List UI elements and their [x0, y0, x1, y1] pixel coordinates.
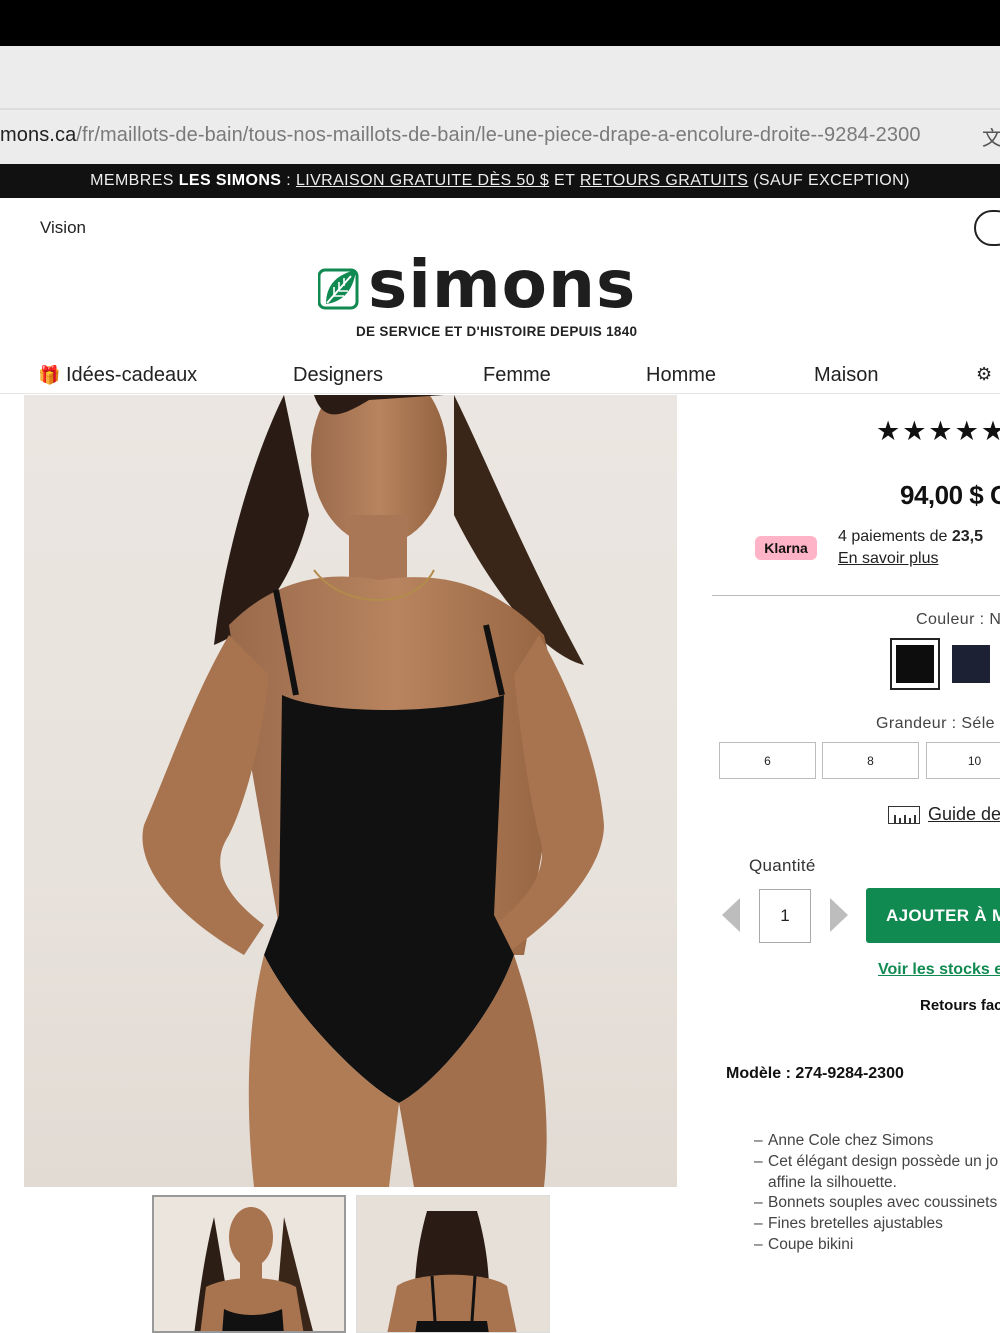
url-host: mons.ca: [0, 124, 77, 146]
promo-text: :: [281, 172, 296, 189]
klarna-installment-amount: 23,5: [951, 528, 983, 545]
nav-item-homme[interactable]: Homme: [646, 364, 716, 387]
model-number: Modèle : 274-9284-2300: [726, 1065, 904, 1082]
size-label: Grandeur : Séle: [876, 715, 995, 732]
feature-list: Anne Cole chez Simons Cet élégant design…: [754, 1131, 998, 1256]
thumbnail-front[interactable]: [152, 1195, 346, 1333]
free-shipping-link[interactable]: LIVRAISON GRATUITE DÈS 50 $: [296, 172, 549, 189]
color-label: Couleur : N: [916, 611, 1000, 628]
url-path: /fr/maillots-de-bain/tous-nos-maillots-d…: [76, 124, 921, 146]
klarna-badge: Klarna: [755, 536, 817, 560]
color-swatch-navy[interactable]: [952, 645, 990, 683]
store-stock-link[interactable]: Voir les stocks en: [878, 961, 1000, 979]
nav-more-icon[interactable]: ⚙: [976, 364, 992, 385]
feature-item: Bonnets souples avec coussinets: [754, 1193, 998, 1214]
account-icon[interactable]: [974, 210, 1000, 246]
nav-item-label: Idées-cadeaux: [65, 364, 198, 386]
product-main-image[interactable]: [24, 395, 677, 1187]
color-swatch-black[interactable]: [896, 645, 934, 683]
main-nav: 🎁 Idées-cadeaux Designers Femme Homme Ma…: [0, 360, 1000, 394]
klarna-installments: 4 paiements de 23,5: [838, 528, 983, 546]
section-divider: [712, 595, 1000, 596]
product-price: 94,00 $ C: [900, 480, 1000, 510]
quantity-decrease-icon[interactable]: [722, 898, 740, 932]
thumbnail-back[interactable]: [356, 1195, 550, 1333]
quantity-label: Quantité: [749, 856, 816, 875]
size-option-6[interactable]: 6: [719, 742, 816, 779]
vision-link[interactable]: Vision: [40, 218, 86, 238]
promo-banner: MEMBRES LES SIMONS : LIVRAISON GRATUITE …: [0, 164, 1000, 198]
nav-item-gift-ideas[interactable]: 🎁 Idées-cadeaux: [38, 364, 197, 387]
nav-item-femme[interactable]: Femme: [483, 364, 551, 387]
feature-item: Cet élégant design possède un jo: [754, 1152, 998, 1173]
size-option-8[interactable]: 8: [822, 742, 919, 779]
gift-icon: 🎁: [38, 365, 61, 385]
thumbnail-back-image: [357, 1196, 549, 1332]
promo-text: ET: [549, 172, 580, 189]
feature-item: Fines bretelles ajustables: [754, 1214, 998, 1235]
leaf-logo-icon: [318, 268, 359, 310]
browser-chrome: mons.ca/fr/maillots-de-bain/tous-nos-mai…: [0, 46, 1000, 164]
add-to-cart-button[interactable]: AJOUTER À M: [866, 888, 1000, 943]
nav-divider: [0, 393, 1000, 394]
promo-brand: LES SIMONS: [178, 172, 282, 189]
nav-item-designers[interactable]: Designers: [293, 364, 383, 387]
quantity-input[interactable]: 1: [759, 889, 811, 943]
toolbar-separator: [0, 108, 1000, 110]
rating-stars[interactable]: ★★★★★: [876, 416, 1000, 447]
nav-item-maison[interactable]: Maison: [814, 364, 878, 387]
model-photo-illustration: [142, 395, 604, 1187]
feature-item-continued: affine la silhouette.: [768, 1173, 897, 1191]
klarna-learn-more-link[interactable]: En savoir plus: [838, 550, 939, 568]
device-status-bar: [0, 0, 1000, 46]
address-bar[interactable]: mons.ca/fr/maillots-de-bain/tous-nos-mai…: [0, 124, 921, 154]
feature-item: Anne Cole chez Simons: [754, 1131, 998, 1152]
thumbnail-front-image: [154, 1197, 344, 1331]
tagline: DE SERVICE ET D'HISTOIRE DEPUIS 1840: [356, 324, 638, 339]
size-guide-link[interactable]: Guide de: [928, 804, 1000, 825]
free-returns-link[interactable]: RETOURS GRATUITS: [580, 172, 749, 189]
promo-text: MEMBRES: [90, 172, 179, 189]
returns-info: Retours fac: [920, 997, 1000, 1014]
translate-icon[interactable]: 文: [982, 122, 1000, 151]
logo-wordmark: simons: [368, 246, 637, 323]
size-option-10[interactable]: 10: [926, 742, 1000, 779]
quantity-increase-icon[interactable]: [830, 898, 848, 932]
klarna-installments-text: 4 paiements de: [838, 528, 952, 545]
feature-item: Coupe bikini: [754, 1235, 998, 1256]
promo-text: (SAUF EXCEPTION): [748, 172, 910, 189]
ruler-icon: [888, 806, 920, 824]
